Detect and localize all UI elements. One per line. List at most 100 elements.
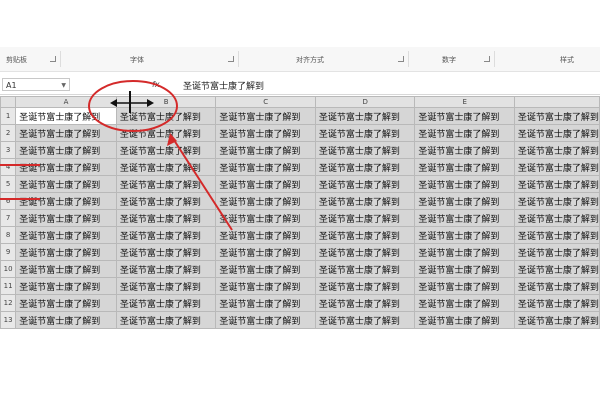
grid-cell[interactable]: 圣诞节富士康了解到 bbox=[314, 107, 416, 125]
alignment-launcher-icon[interactable] bbox=[398, 56, 404, 62]
row-header[interactable]: 9 bbox=[0, 243, 17, 261]
row-header[interactable]: 8 bbox=[0, 226, 17, 244]
grid-cell[interactable]: 圣诞节富士康了解到 bbox=[215, 294, 316, 312]
grid-cell[interactable]: 圣诞节富士康了解到 bbox=[513, 107, 600, 125]
grid-cell[interactable]: 圣诞节富士康了解到 bbox=[115, 192, 217, 210]
grid-cell[interactable]: 圣诞节富士康了解到 bbox=[215, 141, 316, 159]
grid-cell[interactable]: 圣诞节富士康了解到 bbox=[314, 209, 416, 227]
active-cell[interactable]: 圣诞节富士康了解到 bbox=[15, 107, 117, 125]
column-header[interactable]: D bbox=[314, 96, 416, 108]
grid-cell[interactable]: 圣诞节富士康了解到 bbox=[15, 124, 117, 142]
worksheet-grid[interactable]: ABCDE 1 圣诞节富士康了解到 圣诞节富士康了解到 圣诞节富士康了解到 圣诞节富士康… bbox=[0, 96, 600, 329]
grid-cell[interactable]: 圣诞节富士康了解到 bbox=[15, 226, 117, 244]
grid-cell[interactable]: 圣诞节富士康了解到 bbox=[215, 311, 316, 329]
ribbon-group-alignment[interactable]: 对齐方式 bbox=[296, 55, 324, 65]
grid-cell[interactable]: 圣诞节富士康了解到 bbox=[414, 158, 515, 176]
grid-cell[interactable]: 圣诞节富士康了解到 bbox=[15, 260, 117, 278]
grid-cell[interactable]: 圣诞节富士康了解到 bbox=[215, 192, 316, 210]
name-box[interactable]: A1 ▼ bbox=[2, 78, 70, 91]
font-launcher-icon[interactable] bbox=[228, 56, 234, 62]
row-header[interactable]: 4 bbox=[0, 158, 17, 176]
row-header[interactable]: 2 bbox=[0, 124, 17, 142]
grid-cell[interactable]: 圣诞节富士康了解到 bbox=[513, 260, 600, 278]
grid-cell[interactable]: 圣诞节富士康了解到 bbox=[513, 294, 600, 312]
grid-cell[interactable]: 圣诞节富士康了解到 bbox=[215, 226, 316, 244]
grid-cell[interactable]: 圣诞节富士康了解到 bbox=[15, 294, 117, 312]
grid-cell[interactable]: 圣诞节富士康了解到 bbox=[414, 209, 515, 227]
grid-cell[interactable]: 圣诞节富士康了解到 bbox=[15, 209, 117, 227]
grid-cell[interactable]: 圣诞节富士康了解到 bbox=[215, 107, 316, 125]
row-header[interactable]: 12 bbox=[0, 294, 17, 312]
row-header[interactable]: 6 bbox=[0, 192, 17, 210]
grid-cell[interactable]: 圣诞节富士康了解到 bbox=[314, 277, 416, 295]
grid-cell[interactable]: 圣诞节富士康了解到 bbox=[115, 311, 217, 329]
grid-cell[interactable]: 圣诞节富士康了解到 bbox=[15, 243, 117, 261]
grid-cell[interactable]: 圣诞节富士康了解到 bbox=[414, 226, 515, 244]
grid-cell[interactable]: 圣诞节富士康了解到 bbox=[513, 311, 600, 329]
number-launcher-icon[interactable] bbox=[484, 56, 490, 62]
select-all-corner[interactable] bbox=[0, 96, 17, 108]
grid-cell[interactable]: 圣诞节富士康了解到 bbox=[115, 141, 217, 159]
grid-cell[interactable]: 圣诞节富士康了解到 bbox=[414, 277, 515, 295]
grid-cell[interactable]: 圣诞节富士康了解到 bbox=[314, 311, 416, 329]
grid-cell[interactable]: 圣诞节富士康了解到 bbox=[314, 243, 416, 261]
grid-cell[interactable]: 圣诞节富士康了解到 bbox=[215, 260, 316, 278]
grid-cell[interactable]: 圣诞节富士康了解到 bbox=[414, 124, 515, 142]
ribbon-group-number[interactable]: 数字 bbox=[442, 55, 456, 65]
grid-cell[interactable]: 圣诞节富士康了解到 bbox=[215, 243, 316, 261]
grid-cell[interactable]: 圣诞节富士康了解到 bbox=[314, 175, 416, 193]
row-header[interactable]: 5 bbox=[0, 175, 17, 193]
grid-cell[interactable]: 圣诞节富士康了解到 bbox=[115, 226, 217, 244]
grid-cell[interactable]: 圣诞节富士康了解到 bbox=[513, 175, 600, 193]
row-header[interactable]: 7 bbox=[0, 209, 17, 227]
grid-cell[interactable]: 圣诞节富士康了解到 bbox=[414, 260, 515, 278]
grid-cell[interactable]: 圣诞节富士康了解到 bbox=[314, 192, 416, 210]
grid-cell[interactable]: 圣诞节富士康了解到 bbox=[513, 209, 600, 227]
column-header[interactable] bbox=[513, 96, 600, 108]
row-header[interactable]: 13 bbox=[0, 311, 17, 329]
grid-cell[interactable]: 圣诞节富士康了解到 bbox=[314, 141, 416, 159]
grid-cell[interactable]: 圣诞节富士康了解到 bbox=[215, 158, 316, 176]
ribbon-group-styles[interactable]: 样式 bbox=[560, 55, 574, 65]
grid-cell[interactable]: 圣诞节富士康了解到 bbox=[414, 107, 515, 125]
column-header[interactable]: C bbox=[215, 96, 316, 108]
grid-cell[interactable]: 圣诞节富士康了解到 bbox=[314, 226, 416, 244]
fx-icon[interactable]: fx bbox=[152, 80, 160, 89]
grid-cell[interactable]: 圣诞节富士康了解到 bbox=[414, 294, 515, 312]
grid-cell[interactable]: 圣诞节富士康了解到 bbox=[414, 192, 515, 210]
row-header[interactable]: 11 bbox=[0, 277, 17, 295]
grid-cell[interactable]: 圣诞节富士康了解到 bbox=[513, 192, 600, 210]
column-header[interactable]: A bbox=[15, 96, 117, 108]
grid-cell[interactable]: 圣诞节富士康了解到 bbox=[115, 260, 217, 278]
grid-cell[interactable]: 圣诞节富士康了解到 bbox=[513, 243, 600, 261]
grid-cell[interactable]: 圣诞节富士康了解到 bbox=[15, 141, 117, 159]
grid-cell[interactable]: 圣诞节富士康了解到 bbox=[115, 277, 217, 295]
grid-cell[interactable]: 圣诞节富士康了解到 bbox=[115, 107, 217, 125]
ribbon-group-font[interactable]: 字体 bbox=[130, 55, 144, 65]
chevron-down-icon[interactable]: ▼ bbox=[61, 79, 66, 92]
grid-cell[interactable]: 圣诞节富士康了解到 bbox=[513, 277, 600, 295]
formula-input[interactable]: 圣诞节富士康了解到 bbox=[183, 79, 264, 92]
grid-cell[interactable]: 圣诞节富士康了解到 bbox=[15, 311, 117, 329]
grid-cell[interactable]: 圣诞节富士康了解到 bbox=[314, 124, 416, 142]
grid-cell[interactable]: 圣诞节富士康了解到 bbox=[115, 209, 217, 227]
grid-cell[interactable]: 圣诞节富士康了解到 bbox=[414, 175, 515, 193]
grid-cell[interactable]: 圣诞节富士康了解到 bbox=[15, 175, 117, 193]
grid-cell[interactable]: 圣诞节富士康了解到 bbox=[215, 209, 316, 227]
grid-cell[interactable]: 圣诞节富士康了解到 bbox=[115, 243, 217, 261]
grid-cell[interactable]: 圣诞节富士康了解到 bbox=[314, 260, 416, 278]
grid-cell[interactable]: 圣诞节富士康了解到 bbox=[513, 226, 600, 244]
grid-cell[interactable]: 圣诞节富士康了解到 bbox=[314, 158, 416, 176]
grid-cell[interactable]: 圣诞节富士康了解到 bbox=[215, 124, 316, 142]
grid-cell[interactable]: 圣诞节富士康了解到 bbox=[414, 141, 515, 159]
grid-cell[interactable]: 圣诞节富士康了解到 bbox=[115, 124, 217, 142]
grid-cell[interactable]: 圣诞节富士康了解到 bbox=[414, 311, 515, 329]
grid-cell[interactable]: 圣诞节富士康了解到 bbox=[215, 277, 316, 295]
grid-cell[interactable]: 圣诞节富士康了解到 bbox=[513, 158, 600, 176]
grid-cell[interactable]: 圣诞节富士康了解到 bbox=[15, 192, 117, 210]
row-header[interactable]: 10 bbox=[0, 260, 17, 278]
row-header[interactable]: 1 bbox=[0, 107, 17, 125]
column-header[interactable]: B bbox=[115, 96, 217, 108]
grid-cell[interactable]: 圣诞节富士康了解到 bbox=[513, 141, 600, 159]
ribbon-group-clipboard[interactable]: 剪贴板 bbox=[6, 55, 27, 65]
